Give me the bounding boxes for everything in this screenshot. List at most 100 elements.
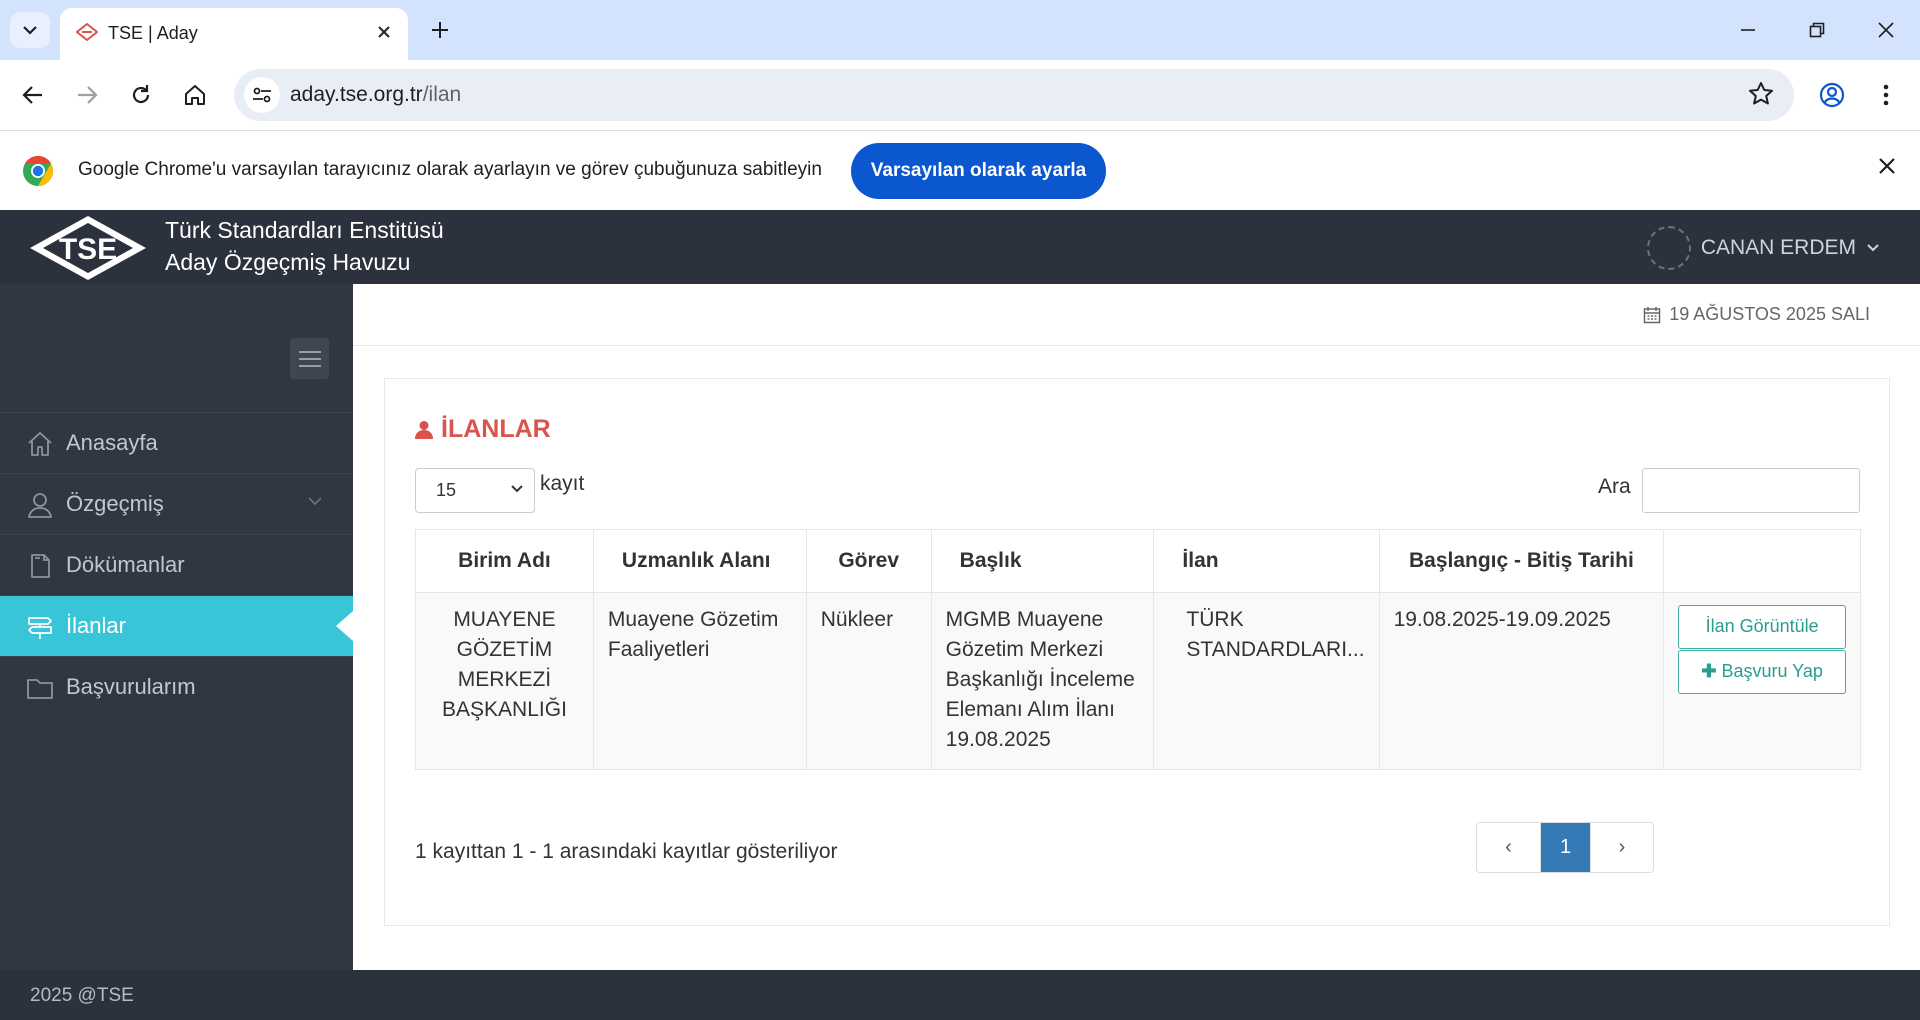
document-icon (31, 554, 50, 578)
plus-icon: ✚ (1701, 661, 1722, 681)
cell-birim: MUAYENE GÖZETİM MERKEZİ BAŞKANLIĞI (415, 592, 594, 770)
infobar-message: Google Chrome'u varsayılan tarayıcınız o… (78, 159, 822, 180)
url-path: /ilan (422, 83, 462, 106)
search-input[interactable] (1642, 468, 1860, 513)
table-header-row: Birim Adı Uzmanlık Alanı Görev Başlık İl… (415, 529, 1861, 593)
browser-menu-button[interactable] (1868, 77, 1904, 113)
sidebar-item-anasayfa[interactable]: Anasayfa (0, 412, 353, 473)
column-header-actions (1663, 529, 1861, 593)
signpost-icon (28, 617, 52, 639)
cell-ilan: TÜRK STANDARDLARI... (1153, 592, 1380, 770)
page-title-text: İLANLAR (441, 415, 551, 443)
sidebar-item-basvurularim[interactable]: Başvurularım (0, 656, 353, 717)
pagination-prev-button[interactable]: ‹ (1477, 823, 1540, 872)
sidebar-menu: Anasayfa Özgeçmiş Dökümanlar İlanlar Baş… (0, 412, 353, 717)
chevron-down-icon (308, 497, 322, 506)
pagination: ‹ 1 › (1476, 822, 1654, 873)
chrome-logo-icon (23, 156, 54, 186)
new-tab-button[interactable] (424, 14, 456, 46)
sidebar-item-dokumanlar[interactable]: Dökümanlar (0, 534, 353, 595)
sidebar: Anasayfa Özgeçmiş Dökümanlar İlanlar Baş… (0, 284, 353, 970)
hamburger-icon (298, 350, 321, 367)
cell-tarih: 19.08.2025-19.09.2025 (1378, 592, 1665, 770)
search-label: Ara (1598, 475, 1631, 498)
bookmark-star-icon[interactable] (1748, 81, 1774, 107)
page-title: İLANLAR (415, 415, 551, 444)
sidebar-item-ilanlar[interactable]: İlanlar (0, 595, 353, 656)
close-icon (378, 26, 390, 38)
browser-tab-strip: TSE | Aday (0, 0, 1920, 60)
table-info-text: 1 kayıttan 1 - 1 arasındaki kayıtlar gös… (415, 840, 838, 863)
pagination-next-button[interactable]: › (1590, 823, 1653, 872)
tune-icon (253, 87, 271, 103)
avatar (1646, 226, 1691, 270)
pagination-page-1[interactable]: 1 (1540, 823, 1590, 872)
home-icon (28, 432, 52, 456)
home-button[interactable] (177, 77, 213, 113)
apply-label: Başvuru Yap (1721, 661, 1823, 681)
cell-actions: İlan Görüntüle ✚ Başvuru Yap (1663, 592, 1861, 770)
brand-title: Türk Standardları Enstitüsü (165, 217, 444, 243)
calendar-icon (1643, 306, 1661, 323)
cell-baslik: MGMB Muayene Gözetim Merkezi Başkanlığı … (930, 592, 1155, 770)
url-text: aday.tse.org.tr/ilan (290, 83, 461, 107)
date-bar: 19 AĞUSTOS 2025 SALI (353, 284, 1920, 346)
folder-icon (27, 679, 53, 699)
tab-close-button[interactable] (370, 18, 398, 46)
column-header-ilan[interactable]: İlan (1153, 529, 1380, 593)
close-window-button[interactable] (1866, 12, 1906, 48)
view-ilan-button[interactable]: İlan Görüntüle (1678, 605, 1846, 649)
apply-button[interactable]: ✚ Başvuru Yap (1678, 650, 1846, 694)
sidebar-item-label: Dökümanlar (66, 552, 185, 577)
column-header-baslik[interactable]: Başlık (930, 529, 1155, 593)
reload-icon (132, 85, 150, 104)
cell-uzmanlik: Muayene Gözetim Faaliyetleri (592, 592, 807, 770)
forward-button[interactable] (69, 77, 105, 113)
back-button[interactable] (15, 77, 51, 113)
date-text: 19 AĞUSTOS 2025 SALI (1669, 304, 1870, 324)
user-name: CANAN ERDEM (1700, 236, 1856, 259)
footer-copyright: 2025 @TSE (30, 985, 134, 1006)
url-host: aday.tse.org.tr (290, 83, 423, 106)
restore-icon (1809, 22, 1825, 38)
site-info-button[interactable] (244, 77, 280, 113)
minimize-window-button[interactable] (1728, 12, 1768, 48)
tab-search-button[interactable] (10, 12, 50, 48)
reload-button[interactable] (123, 77, 159, 113)
address-bar[interactable]: aday.tse.org.tr/ilan (234, 69, 1794, 121)
browser-tab-active[interactable]: TSE | Aday (60, 8, 408, 60)
column-header-gorev[interactable]: Görev (805, 529, 932, 593)
sidebar-item-label: Özgeçmiş (66, 491, 164, 516)
sidebar-item-label: Anasayfa (66, 430, 158, 455)
arrow-right-icon (78, 86, 98, 104)
cell-gorev: Nükleer (805, 592, 932, 770)
browser-toolbar: aday.tse.org.tr/ilan (0, 60, 1920, 130)
tse-logo-icon[interactable]: TSE (28, 214, 148, 282)
arrow-left-icon (22, 86, 42, 104)
account-circle-icon (1819, 82, 1845, 108)
brand-subtitle: Aday Özgeçmiş Havuzu (165, 249, 411, 275)
sidebar-item-label: Başvurularım (66, 674, 196, 699)
ilanlar-panel: İLANLAR 15 kayıt Ara Birim Adı Uzmanlık … (384, 378, 1890, 926)
sidebar-item-ozgecmis[interactable]: Özgeçmiş (0, 473, 353, 534)
table-row: MUAYENE GÖZETİM MERKEZİ BAŞKANLIĞI Muaye… (415, 592, 1861, 770)
column-header-uzmanlik[interactable]: Uzmanlık Alanı (592, 529, 807, 593)
profile-button[interactable] (1814, 77, 1850, 113)
close-icon[interactable] (1878, 157, 1896, 175)
page-length-value: 15 (436, 480, 457, 500)
close-icon (1878, 22, 1894, 38)
column-header-birim[interactable]: Birim Adı (415, 529, 594, 593)
home-icon (185, 85, 205, 105)
chevron-down-icon (23, 26, 37, 35)
column-header-tarih[interactable]: Başlangıç - Bitiş Tarihi (1378, 529, 1665, 593)
current-date: 19 AĞUSTOS 2025 SALI (1643, 304, 1870, 325)
restore-window-button[interactable] (1797, 12, 1837, 48)
main-content: 19 AĞUSTOS 2025 SALI İLANLAR 15 kayıt Ar… (353, 284, 1920, 970)
site-footer: 2025 @TSE (0, 970, 1920, 1020)
chevron-down-icon (1867, 244, 1879, 252)
sidebar-toggle-button[interactable] (290, 338, 329, 379)
set-default-browser-button[interactable]: Varsayılan olarak ayarla (851, 143, 1106, 199)
user-menu[interactable]: CANAN ERDEM (1646, 226, 1880, 270)
user-icon (28, 493, 52, 518)
page-length-select[interactable]: 15 (415, 468, 535, 513)
